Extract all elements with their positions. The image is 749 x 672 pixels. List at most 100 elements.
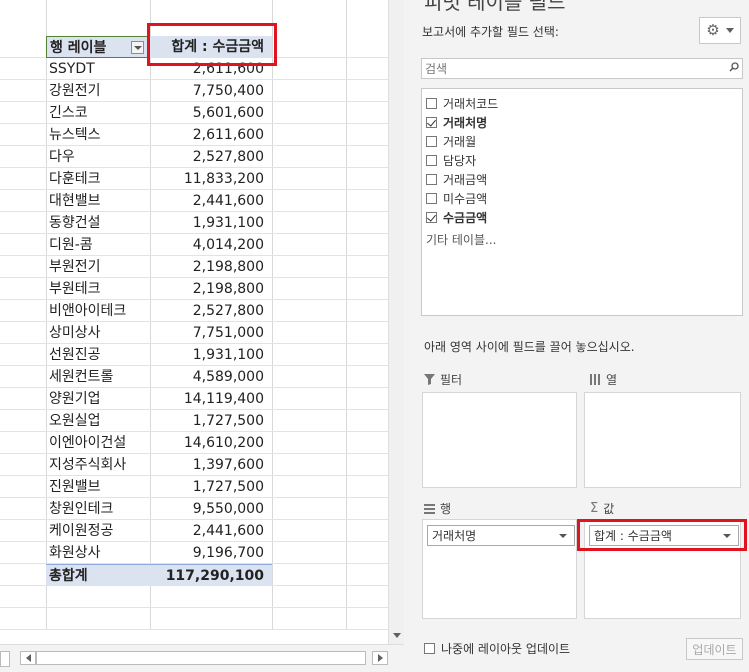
pivot-row-label[interactable]: 뉴스텍스 bbox=[46, 124, 150, 146]
field-item[interactable]: 거래처명 bbox=[426, 113, 487, 132]
field-search[interactable] bbox=[421, 58, 743, 79]
pivot-row[interactable]: 뉴스텍스 2,611,600 bbox=[0, 124, 388, 146]
tools-button[interactable]: ⚙ bbox=[699, 17, 741, 44]
vertical-scrollbar[interactable] bbox=[388, 0, 405, 644]
pivot-row[interactable]: 디원-콤 4,014,200 bbox=[0, 234, 388, 256]
pivot-row-value[interactable]: 5,601,600 bbox=[150, 102, 272, 124]
scroll-down-button[interactable] bbox=[389, 628, 405, 642]
pivot-grand-total-value[interactable]: 117,290,100 bbox=[150, 564, 272, 586]
pivot-row[interactable]: 강원전기 7,750,400 bbox=[0, 80, 388, 102]
pivot-row-label[interactable]: 세원컨트롤 bbox=[46, 366, 150, 388]
field-checkbox[interactable] bbox=[426, 98, 437, 109]
pivot-grand-total[interactable]: 총합계 117,290,100 bbox=[0, 564, 388, 586]
pivot-row-value[interactable]: 1,727,500 bbox=[150, 476, 272, 498]
scroll-left-button[interactable] bbox=[20, 651, 36, 665]
pivot-row-label[interactable]: 이엔아이건설 bbox=[46, 432, 150, 454]
pivot-row[interactable]: 비앤아이테크 2,527,800 bbox=[0, 300, 388, 322]
pivot-row-label[interactable]: 디원-콤 bbox=[46, 234, 150, 256]
pivot-row[interactable]: 세원컨트롤 4,589,000 bbox=[0, 366, 388, 388]
pivot-row-value[interactable]: 9,196,700 bbox=[150, 542, 272, 564]
field-checkbox[interactable] bbox=[426, 136, 437, 147]
pivot-row[interactable]: 긴스코 5,601,600 bbox=[0, 102, 388, 124]
pivot-row-value[interactable]: 2,198,800 bbox=[150, 278, 272, 300]
pivot-row[interactable]: 다훈테크 11,833,200 bbox=[0, 168, 388, 190]
pivot-row-label[interactable]: 오원실업 bbox=[46, 410, 150, 432]
columns-area-box[interactable] bbox=[584, 392, 741, 488]
pivot-row[interactable]: 양원기업 14,119,400 bbox=[0, 388, 388, 410]
pivot-row-value[interactable]: 1,931,100 bbox=[150, 212, 272, 234]
more-tables-link[interactable]: 기타 테이블... bbox=[426, 231, 496, 248]
defer-update-option[interactable]: 나중에 레이아웃 업데이트 bbox=[424, 640, 570, 657]
chevron-down-icon[interactable] bbox=[559, 534, 567, 538]
field-item[interactable]: 미수금액 bbox=[426, 189, 487, 208]
pivot-row[interactable]: 부원테크 2,198,800 bbox=[0, 278, 388, 300]
pivot-row-value[interactable]: 2,527,800 bbox=[150, 300, 272, 322]
pivot-row-value[interactable]: 2,198,800 bbox=[150, 256, 272, 278]
pivot-row-label[interactable]: 부원전기 bbox=[46, 256, 150, 278]
field-checkbox[interactable] bbox=[426, 155, 437, 166]
pivot-row-label[interactable]: 창원인테크 bbox=[46, 498, 150, 520]
scroll-thumb[interactable] bbox=[36, 651, 366, 665]
pivot-row-value[interactable]: 2,611,600 bbox=[150, 124, 272, 146]
pivot-row-value[interactable]: 14,119,400 bbox=[150, 388, 272, 410]
pivot-row-label[interactable]: 대현밸브 bbox=[46, 190, 150, 212]
pivot-row-label[interactable]: 선원진공 bbox=[46, 344, 150, 366]
pivot-row[interactable]: 이엔아이건설 14,610,200 bbox=[0, 432, 388, 454]
pivot-row-label[interactable]: 긴스코 bbox=[46, 102, 150, 124]
pivot-row[interactable]: 오원실업 1,727,500 bbox=[0, 410, 388, 432]
rows-area-box[interactable]: 거래처명 bbox=[422, 519, 577, 619]
pivot-row-value[interactable]: 14,610,200 bbox=[150, 432, 272, 454]
pivot-row[interactable]: 동향건설 1,931,100 bbox=[0, 212, 388, 234]
pivot-row-value[interactable]: 11,833,200 bbox=[150, 168, 272, 190]
pivot-row[interactable]: 화원상사 9,196,700 bbox=[0, 542, 388, 564]
pivot-row-value[interactable]: 1,727,500 bbox=[150, 410, 272, 432]
rows-area-item[interactable]: 거래처명 bbox=[427, 525, 575, 546]
search-input[interactable] bbox=[422, 59, 728, 78]
pivot-row[interactable]: 다우 2,527,800 bbox=[0, 146, 388, 168]
field-checkbox[interactable] bbox=[426, 212, 437, 223]
pivot-row-value[interactable]: 7,750,400 bbox=[150, 80, 272, 102]
scroll-right-button[interactable] bbox=[372, 651, 388, 665]
pivot-row-label[interactable]: SSYDT bbox=[46, 58, 150, 80]
filter-area-box[interactable] bbox=[422, 392, 577, 488]
pivot-row[interactable]: 창원인테크 9,550,000 bbox=[0, 498, 388, 520]
grid-row[interactable] bbox=[0, 586, 388, 608]
pivot-row-value[interactable]: 4,589,000 bbox=[150, 366, 272, 388]
pivot-row-value[interactable]: 1,931,100 bbox=[150, 344, 272, 366]
field-checkbox[interactable] bbox=[426, 117, 437, 128]
pivot-row-label[interactable]: 강원전기 bbox=[46, 80, 150, 102]
pivot-row-value[interactable]: 2,441,600 bbox=[150, 520, 272, 542]
pivot-row-value[interactable]: 2,441,600 bbox=[150, 190, 272, 212]
horizontal-scrollbar[interactable] bbox=[0, 644, 404, 672]
pivot-row-label[interactable]: 케이원정공 bbox=[46, 520, 150, 542]
pivot-row-label[interactable]: 지성주식회사 bbox=[46, 454, 150, 476]
pivot-row-label[interactable]: 부원테크 bbox=[46, 278, 150, 300]
pivot-row-value[interactable]: 2,527,800 bbox=[150, 146, 272, 168]
field-item[interactable]: 거래금액 bbox=[426, 170, 487, 189]
field-item[interactable]: 거래월 bbox=[426, 132, 476, 151]
row-label-filter-button[interactable] bbox=[131, 41, 144, 54]
field-item[interactable]: 거래처코드 bbox=[426, 94, 498, 113]
pivot-row[interactable]: 선원진공 1,931,100 bbox=[0, 344, 388, 366]
pivot-row-label[interactable]: 다훈테크 bbox=[46, 168, 150, 190]
field-checkbox[interactable] bbox=[426, 174, 437, 185]
pivot-row-value[interactable]: 4,014,200 bbox=[150, 234, 272, 256]
pivot-grand-total-label[interactable]: 총합계 bbox=[46, 564, 150, 586]
pivot-row[interactable]: 부원전기 2,198,800 bbox=[0, 256, 388, 278]
spreadsheet-grid[interactable]: 행 레이블 합계 : 수금금액 SSYDT 2,611,600 강원전기 7,750,40… bbox=[0, 0, 388, 644]
pivot-row[interactable]: 지성주식회사 1,397,600 bbox=[0, 454, 388, 476]
sheet-tab-scroll-stub[interactable] bbox=[0, 651, 10, 667]
field-checkbox[interactable] bbox=[426, 193, 437, 204]
defer-update-checkbox[interactable] bbox=[424, 643, 435, 654]
pivot-row[interactable]: 케이원정공 2,441,600 bbox=[0, 520, 388, 542]
grid-row[interactable] bbox=[0, 608, 388, 630]
pivot-row-value[interactable]: 9,550,000 bbox=[150, 498, 272, 520]
field-item[interactable]: 담당자 bbox=[426, 151, 476, 170]
update-button[interactable]: 업데이트 bbox=[686, 638, 743, 660]
pivot-row-value[interactable]: 7,751,000 bbox=[150, 322, 272, 344]
pivot-row-label[interactable]: 양원기업 bbox=[46, 388, 150, 410]
field-item[interactable]: 수금금액 bbox=[426, 208, 487, 227]
search-icon[interactable] bbox=[729, 62, 739, 72]
pivot-row[interactable]: 진원밸브 1,727,500 bbox=[0, 476, 388, 498]
grid-row[interactable] bbox=[0, 630, 388, 644]
